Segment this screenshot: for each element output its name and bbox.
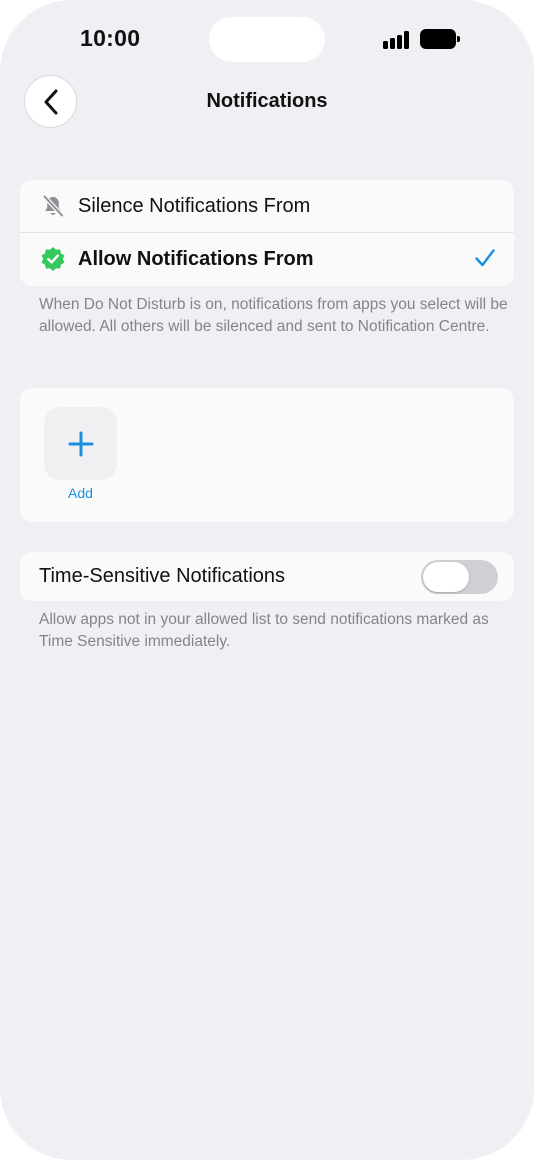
plus-icon: [68, 431, 93, 456]
notification-mode-group: Silence Notifications From Allow Notific…: [20, 180, 514, 286]
add-app-button[interactable]: [44, 407, 117, 480]
allow-notifications-option[interactable]: Allow Notifications From: [20, 233, 514, 285]
allow-notifications-label: Allow Notifications From: [78, 247, 314, 270]
silence-notifications-label: Silence Notifications From: [78, 194, 311, 217]
verified-badge-icon: [40, 246, 66, 272]
status-bar: 10:00: [0, 0, 534, 80]
status-time: 10:00: [80, 25, 141, 51]
battery-icon: [420, 29, 461, 49]
time-sensitive-footnote: Allow apps not in your allowed list to s…: [39, 611, 489, 650]
dynamic-island: [209, 17, 325, 62]
page-title: Notifications: [206, 90, 328, 112]
time-sensitive-label: Time-Sensitive Notifications: [39, 565, 286, 587]
bell-slash-icon: [40, 193, 66, 219]
time-sensitive-toggle[interactable]: [421, 560, 498, 594]
add-app-label[interactable]: Add: [44, 485, 117, 501]
toggle-knob: [423, 562, 469, 592]
checkmark-icon: [474, 247, 496, 274]
silence-notifications-option[interactable]: Silence Notifications From: [20, 180, 514, 232]
allow-notifications-footnote: When Do Not Disturb is on, notifications…: [39, 296, 508, 335]
signal-icon: [383, 31, 411, 49]
phone-screen: 10:00 Notifications Silence Notification…: [0, 0, 534, 1160]
allowed-apps-group: Add: [20, 388, 514, 522]
time-sensitive-group: Time-Sensitive Notifications: [20, 552, 514, 601]
